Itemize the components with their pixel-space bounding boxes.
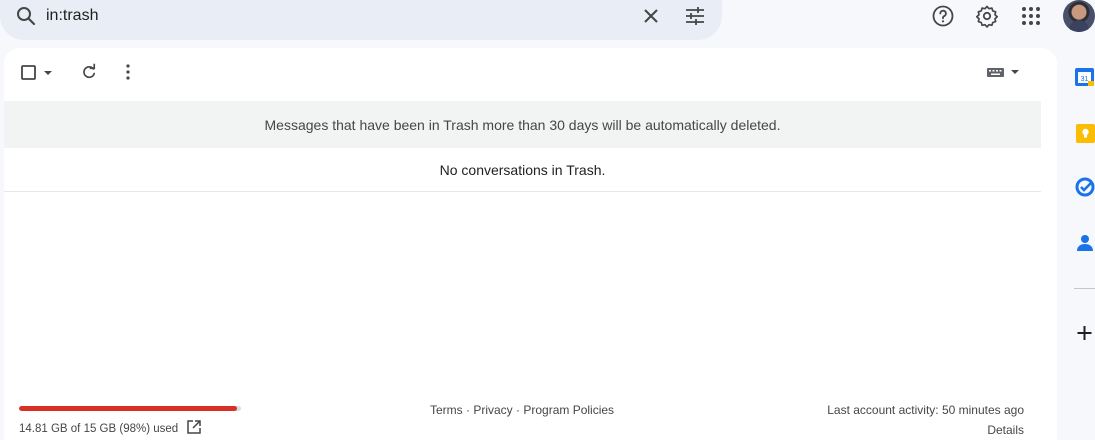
footer-links: Terms · Privacy · Program Policies <box>430 403 614 417</box>
account-avatar[interactable] <box>1063 0 1095 32</box>
clear-search-icon[interactable] <box>639 4 663 28</box>
details-link[interactable]: Details <box>987 423 1024 437</box>
empty-message: No conversations in Trash. <box>4 148 1041 192</box>
apps-grid-icon[interactable] <box>1019 4 1043 28</box>
add-icon[interactable] <box>1074 323 1095 343</box>
refresh-icon[interactable] <box>80 63 98 81</box>
storage-bar <box>19 406 241 411</box>
privacy-link[interactable]: Privacy <box>473 403 512 417</box>
settings-icon[interactable] <box>975 4 999 28</box>
footer-separator: · <box>512 403 524 417</box>
keep-icon[interactable] <box>1074 123 1095 143</box>
search-input[interactable]: in:trash <box>46 7 98 25</box>
contacts-icon[interactable] <box>1074 232 1095 252</box>
more-options-icon[interactable] <box>120 63 136 81</box>
program-policies-link[interactable]: Program Policies <box>523 403 614 417</box>
main-panel: Messages that have been in Trash more th… <box>4 48 1057 440</box>
open-in-new-icon[interactable] <box>186 419 202 435</box>
side-panel-divider <box>1074 288 1095 289</box>
storage-bar-fill <box>19 406 237 411</box>
calendar-day: 31 <box>1081 76 1089 83</box>
search-bar[interactable]: in:trash <box>0 0 722 40</box>
select-checkbox[interactable] <box>20 64 60 82</box>
terms-link[interactable]: Terms <box>430 403 463 417</box>
tasks-icon[interactable] <box>1074 177 1095 197</box>
search-options-icon[interactable] <box>683 4 707 28</box>
last-activity: Last account activity: 50 minutes ago <box>827 403 1024 417</box>
input-tools-icon[interactable] <box>984 65 1024 79</box>
search-icon[interactable] <box>14 4 38 28</box>
trash-notice: Messages that have been in Trash more th… <box>4 101 1041 148</box>
footer-separator: · <box>462 403 474 417</box>
storage-text: 14.81 GB of 15 GB (98%) used <box>19 423 179 435</box>
help-icon[interactable] <box>931 4 955 28</box>
calendar-icon[interactable]: 31 <box>1074 67 1095 87</box>
